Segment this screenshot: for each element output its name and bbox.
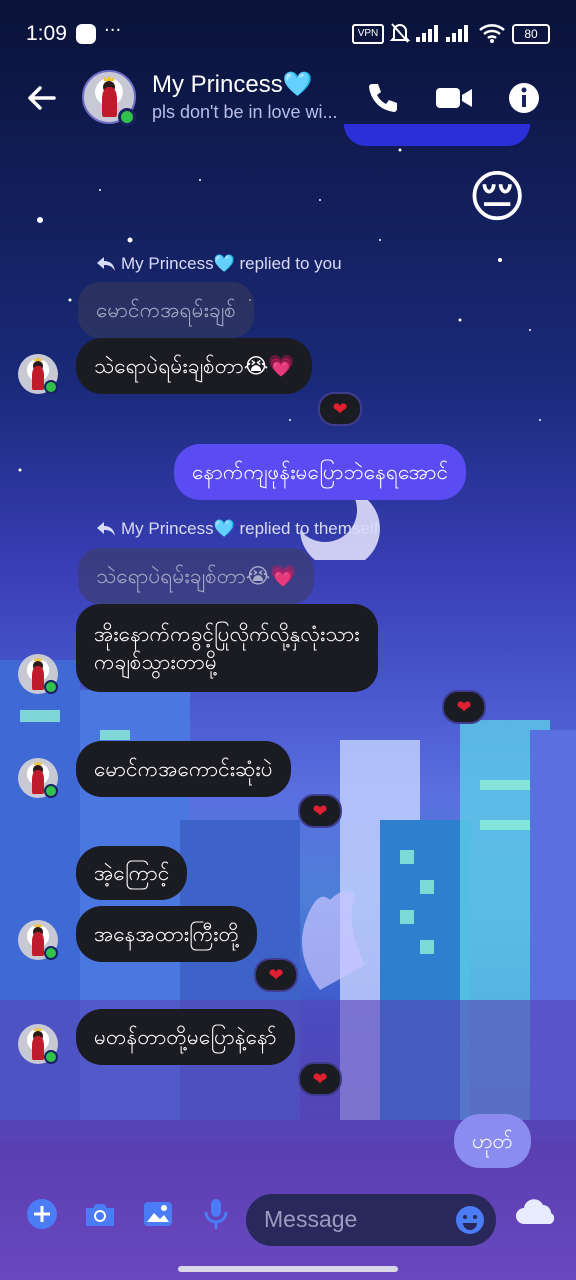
battery-icon: 80 [512,24,550,44]
status-time: 1:09 [26,22,67,45]
reply-icon [97,257,115,271]
wifi-icon [479,24,505,43]
message-placeholder: Message [264,1206,358,1232]
heart-reaction[interactable]: ❤ [318,392,362,426]
message-bubble[interactable]: အဲ့ကြောင့် [76,846,188,900]
online-indicator [44,784,58,798]
online-indicator [44,380,58,394]
sent-message-bubble[interactable]: နောက်ကျဖုန်းမပြောဘဲနေရအောင် [174,444,467,500]
chat-subtitle: pls don't be in love wi... [152,102,338,122]
back-arrow-icon[interactable] [24,80,60,116]
message-bubble[interactable]: မတန်တာတို့မပြောနဲ့နော် [76,1009,295,1065]
info-icon[interactable] [504,78,544,118]
online-indicator [118,108,136,126]
heart-reaction[interactable]: ❤ [298,1062,342,1096]
phone-icon[interactable] [362,78,402,118]
signal-icon-2 [446,25,468,42]
heart-reaction[interactable]: ❤ [442,690,486,724]
online-indicator [44,946,58,960]
plus-icon[interactable] [24,1196,60,1232]
signal-icon [416,25,438,42]
video-camera-icon[interactable] [434,78,474,118]
status-overflow: ··· [104,20,122,41]
message-bubble-multiline[interactable]: အိုးနောက်ကခွင့်ပြုလိုက်လို့နှလုံးသား ကချ… [76,604,378,692]
quoted-message-2[interactable]: သဲရောပဲရမ်းချစ်တာ😭💗 [78,548,315,604]
message-bubble[interactable]: သဲရောပဲရမ်းချစ်တာ😭💗 [76,338,313,394]
message-input[interactable]: Message [246,1194,496,1246]
messenger-icon [76,24,96,44]
composer-bar: Message [0,1180,576,1260]
vpn-icon: VPN [352,24,384,44]
image-icon[interactable] [140,1196,176,1232]
quoted-message-1[interactable]: မောင်ကအရမ်းချစ် [78,282,254,338]
reply-icon [97,522,115,536]
message-line-2: ကချစ်သွားတာမို့ [94,650,217,674]
message-bubble[interactable]: အနေအထားကြီးတို့ [76,906,257,962]
sent-message-bubble[interactable]: ဟုတ် [454,1114,531,1168]
message-bubble[interactable]: မောင်ကအကောင်းဆုံးပဲ [76,741,291,797]
cloud-icon[interactable] [514,1196,560,1232]
status-bar: 1:09 ··· VPN 80 [0,0,576,64]
heart-reaction[interactable]: ❤ [254,958,298,992]
mute-icon [390,23,410,43]
heart-reaction[interactable]: ❤ [298,794,342,828]
reply-note-2: My Princess🩵 replied to themself [121,519,379,538]
emoji-icon[interactable] [454,1204,486,1236]
camera-icon[interactable] [82,1196,118,1232]
online-indicator [44,680,58,694]
message-line-1: အိုးနောက်ကခွင့်ပြုလိုက်လို့နှလုံးသား [94,622,360,646]
reply-note-1: My Princess🩵 replied to you [121,254,342,273]
home-indicator [178,1266,398,1272]
chat-title[interactable]: My Princess🩵 [152,70,313,99]
previous-sent-bubble[interactable] [344,124,530,146]
microphone-icon[interactable] [198,1196,234,1232]
header-avatar[interactable] [82,70,136,126]
online-indicator [44,1050,58,1064]
emoji-message[interactable]: 😔 [468,166,526,230]
